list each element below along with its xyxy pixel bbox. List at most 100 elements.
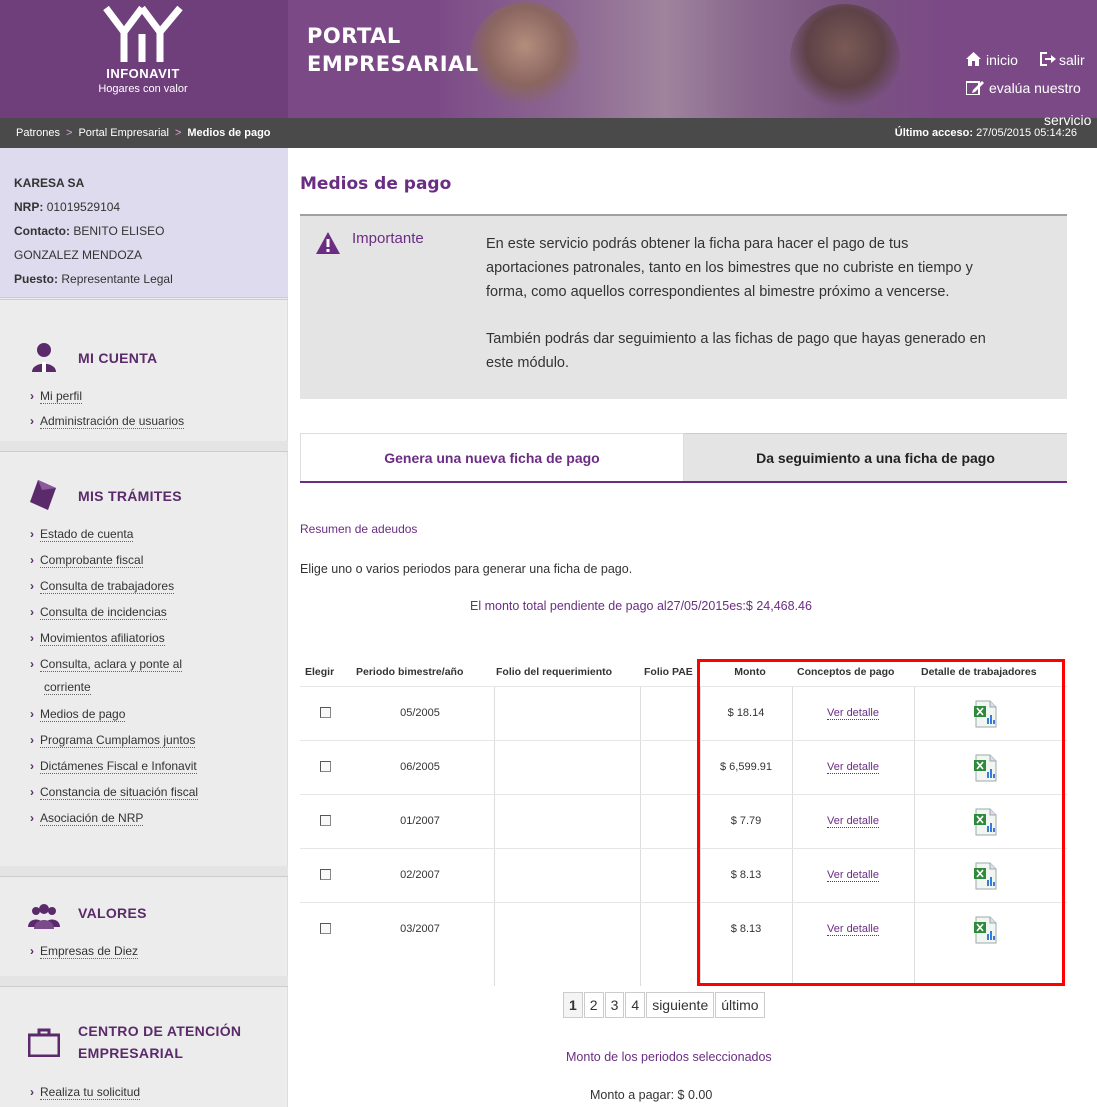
chevron-right-icon: › [30,553,34,567]
chevron-right-icon: › [30,707,34,721]
sidebar-item-consulta-incidencias[interactable]: › Consulta de incidencias [30,605,167,620]
home-icon [966,52,981,66]
chevron-right-icon: › [30,605,34,619]
row-checkbox[interactable] [320,761,331,772]
notice-paragraph-1-line-2: aportaciones patronales, tanto en los bi… [486,260,973,276]
sidebar-item-constancia[interactable]: › Constancia de situación fiscal [30,785,199,800]
page-3[interactable]: 3 [604,992,625,1018]
tabs: Genera una nueva ficha de pago Da seguim… [300,433,1067,483]
page-title: Medios de pago [300,174,452,194]
notice-paragraph-2-line-2: este módulo. [486,355,570,371]
chevron-right-icon: › [30,733,34,747]
notice-paragraph-1-line-1: En este servicio podrás obtener la ficha… [486,236,909,252]
sidebar: KARESA SA NRP: 01019529104 Contacto: BEN… [0,148,288,1107]
sidebar-item-mi-perfil[interactable]: › Mi perfil [30,389,83,404]
row-checkbox[interactable] [320,869,331,880]
notice-label: Importante [352,230,424,247]
home-link-label: inicio [986,52,1018,68]
sidebar-item-movimientos-afiliatorios[interactable]: › Movimientos afiliatorios [30,631,165,646]
breadcrumb-item-current: Medios de pago [187,127,271,139]
sidebar-item-consulta-aclara-line-2[interactable]: corriente [44,680,91,695]
resumen-adeudos-heading: Resumen de adeudos [300,522,418,536]
pagination: 1 2 3 4 siguiente último [563,992,766,1018]
sidebar-item-consulta-aclara[interactable]: › Consulta, aclara y ponte al [30,657,183,672]
chevron-right-icon: › [30,631,34,645]
group-icon [28,904,60,929]
profile-panel: KARESA SA NRP: 01019529104 Contacto: BEN… [0,148,288,298]
header-banner: INFONAVIT Hogares con valor PORTAL EMPRE… [0,0,1097,118]
section-mi-cuenta: MI CUENTA › Mi perfil › Administración de … [0,299,288,441]
sidebar-divider [0,441,288,451]
sidebar-divider [0,866,288,876]
briefcase-icon [28,1028,60,1057]
sidebar-item-realiza-solicitud[interactable]: › Realiza tu solicitud [30,1085,141,1100]
evaluate-service-label: evalúa nuestro [989,80,1081,96]
portal-title-line-2: EMPRESARIAL [307,52,479,76]
chevron-right-icon: › [30,944,34,958]
important-notice: Importante En este servicio podrás obten… [300,214,1067,399]
sidebar-item-asociacion-nrp[interactable]: › Asociación de NRP [30,811,144,826]
sidebar-item-consulta-trabajadores[interactable]: › Consulta de trabajadores [30,579,175,594]
amount-to-pay: Monto a pagar: $ 0.00 [590,1088,713,1102]
logo-text: INFONAVIT [106,66,180,81]
selected-periods-label: Monto de los periodos seleccionados [566,1050,772,1064]
sidebar-item-comprobante-fiscal[interactable]: › Comprobante fiscal [30,553,144,568]
breadcrumb: Patrones > Portal Empresarial > Medios de pa… [16,127,271,139]
page-last[interactable]: último [715,992,765,1018]
tab-seguimiento-ficha[interactable]: Da seguimiento a una ficha de pago [684,433,1067,481]
section-valores: VALORES › Empresas de Diez [0,876,288,976]
column-header-periodo: Periodo bimestre/año [356,666,464,678]
home-link[interactable]: inicio [966,52,1018,68]
breadcrumb-item-portal-empresarial[interactable]: Portal Empresarial [78,127,168,139]
cell-periodo: 02/2007 [400,869,440,881]
section-title-valores: VALORES [78,905,147,921]
breadcrumb-item-patrones[interactable]: Patrones [16,127,60,139]
sidebar-item-medios-pago[interactable]: › Medios de pago [30,707,126,722]
edit-icon [965,81,984,96]
page-next[interactable]: siguiente [646,992,715,1018]
page-4[interactable]: 4 [625,992,646,1018]
contact-row: Contacto: BENITO ELISEO [14,224,165,238]
chevron-right-icon: › [30,414,34,428]
sidebar-item-dictamenes[interactable]: › Dictámenes Fiscal e Infonavit [30,759,197,774]
company-name: KARESA SA [14,176,85,190]
chevron-right-icon: › [30,579,34,593]
cell-periodo: 06/2005 [400,761,440,773]
logo-tagline: Hogares con valor [98,83,188,95]
portal-title-line-1: PORTAL [307,24,401,48]
column-header-elegir: Elegir [305,666,335,678]
cell-periodo: 01/2007 [400,815,440,827]
page-2[interactable]: 2 [583,992,604,1018]
cell-periodo: 05/2005 [400,707,440,719]
nrp-row: NRP: 01019529104 [14,200,121,214]
document-icon [30,480,56,510]
chevron-right-icon: › [30,389,34,403]
cell-periodo: 03/2007 [400,923,440,935]
section-mis-tramites: MIS TRÁMITES › Estado de cuenta › Comproba… [0,451,288,856]
user-icon [32,343,56,372]
total-pending-amount: El monto total pendiente de pago al27/05… [470,599,812,613]
logout-icon [1040,52,1056,66]
evaluate-service-link-line-2[interactable]: servicio [1044,112,1091,128]
sidebar-item-cumplamos-juntos[interactable]: › Programa Cumplamos juntos [30,733,196,748]
chevron-right-icon: › [30,1085,34,1099]
sidebar-item-empresas-diez[interactable]: › Empresas de Diez [30,944,139,959]
row-checkbox[interactable] [320,707,331,718]
sidebar-item-estado-cuenta[interactable]: › Estado de cuenta [30,527,134,542]
tab-genera-ficha[interactable]: Genera una nueva ficha de pago [300,433,684,481]
infonavit-logo-icon [103,5,183,62]
last-access: Último acceso: 27/05/2015 05:14:26 [895,127,1077,139]
infonavit-logo[interactable]: INFONAVIT Hogares con valor [82,4,204,114]
breadcrumb-separator: > [174,127,182,139]
row-checkbox[interactable] [320,815,331,826]
section-title-mis-tramites: MIS TRÁMITES [78,488,182,504]
evaluate-service-link[interactable]: evalúa nuestro [965,80,1081,96]
portal-title: PORTAL EMPRESARIAL [307,22,479,78]
page-1[interactable]: 1 [563,992,583,1018]
row-checkbox[interactable] [320,923,331,934]
logout-link[interactable]: salir [1040,52,1085,68]
column-header-folio-requerimiento: Folio del requerimiento [496,666,613,678]
sidebar-item-administracion-usuarios[interactable]: › Administración de usuarios [30,414,185,429]
section-centro-atencion: CENTRO DE ATENCIÓN EMPRESARIAL › Realiza … [0,986,288,1107]
chevron-right-icon: › [30,759,34,773]
